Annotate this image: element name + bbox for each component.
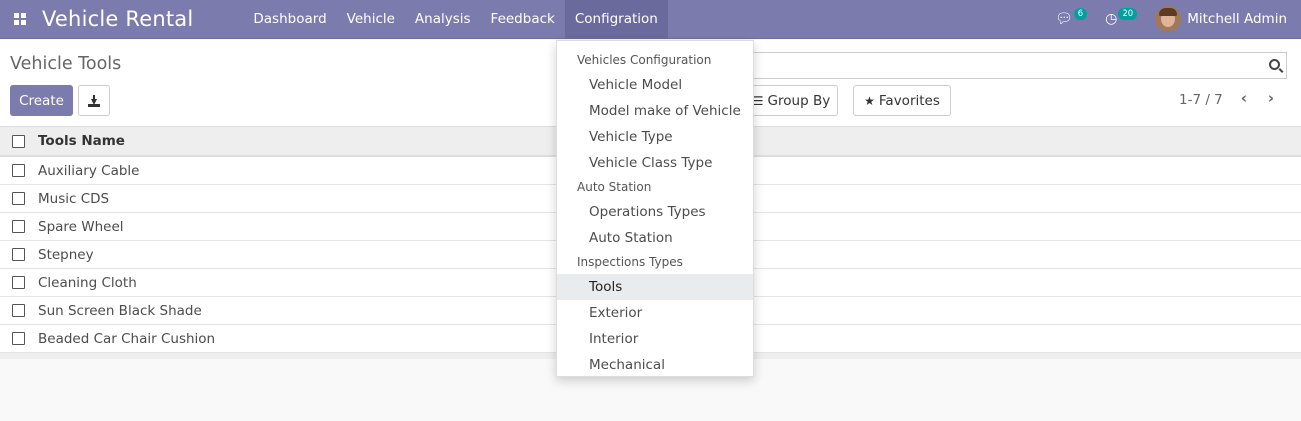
dropdown-item-vehicle-type[interactable]: Vehicle Type	[557, 124, 753, 150]
row-checkbox[interactable]	[12, 164, 25, 177]
search-icon[interactable]	[1269, 59, 1280, 70]
column-tools-name[interactable]: Tools Name	[35, 133, 125, 149]
tools-name-cell: Auxiliary Cable	[38, 162, 140, 179]
tools-name-cell: Spare Wheel	[38, 218, 124, 235]
dropdown-item-exterior[interactable]: Exterior	[557, 300, 753, 326]
dropdown-section-header: Inspections Types	[577, 255, 683, 269]
main-menu: Dashboard Vehicle Analysis Feedback Conf…	[243, 0, 668, 39]
dropdown-section-header: Vehicles Configuration	[577, 53, 712, 67]
tools-name-cell: Cleaning Cloth	[38, 274, 137, 291]
tools-name-cell: Sun Screen Black Shade	[38, 302, 202, 319]
tools-name-cell: Music CDS	[38, 190, 110, 207]
menu-analysis[interactable]: Analysis	[405, 0, 481, 39]
dropdown-item-mechanical[interactable]: Mechanical	[557, 352, 753, 378]
activities-badge: 20	[1118, 8, 1138, 20]
star-icon: ★	[864, 93, 875, 108]
download-icon	[88, 94, 100, 107]
apps-menu-icon[interactable]	[0, 0, 40, 39]
activities-systray[interactable]: ◷ 20	[1105, 8, 1138, 27]
group-by-button[interactable]: ☰ Group By	[745, 85, 838, 116]
create-button[interactable]: Create	[10, 85, 73, 116]
messages-badge: 6	[1073, 8, 1088, 20]
tools-name-cell: Stepney	[38, 246, 94, 263]
menu-feedback[interactable]: Feedback	[481, 0, 565, 39]
row-checkbox[interactable]	[12, 304, 25, 317]
dropdown-item-tools[interactable]: Tools	[557, 274, 753, 300]
group-by-label: Group By	[767, 92, 831, 109]
dropdown-item-interior[interactable]: Interior	[557, 326, 753, 352]
menu-vehicle[interactable]: Vehicle	[337, 0, 405, 39]
dropdown-item-operations-types[interactable]: Operations Types	[557, 199, 753, 225]
download-button[interactable]	[78, 85, 110, 116]
select-all-checkbox[interactable]	[12, 134, 25, 148]
dropdown-item-auto-station[interactable]: Auto Station	[557, 225, 753, 251]
dropdown-item-vehicle-class-type[interactable]: Vehicle Class Type	[557, 150, 753, 176]
chat-icon: 💬︎	[1054, 11, 1073, 27]
favorites-button[interactable]: ★ Favorites	[853, 85, 951, 116]
configuration-dropdown: Vehicles Configuration Vehicle Model Model…	[556, 40, 754, 377]
page-title: Vehicle Tools	[10, 54, 122, 74]
row-checkbox[interactable]	[12, 248, 25, 261]
tools-name-cell: Beaded Car Chair Cushion	[38, 330, 216, 347]
app-title[interactable]: Vehicle Rental	[42, 7, 193, 31]
list-icon: ☰	[752, 93, 764, 108]
row-checkbox[interactable]	[12, 220, 25, 233]
chevron-right-icon[interactable]: ›	[1263, 89, 1279, 109]
row-checkbox[interactable]	[12, 276, 25, 289]
avatar[interactable]	[1155, 6, 1182, 32]
row-checkbox[interactable]	[12, 192, 25, 205]
favorites-label: Favorites	[878, 92, 940, 109]
row-checkbox[interactable]	[12, 332, 25, 345]
dropdown-item-vehicle-model[interactable]: Vehicle Model	[557, 72, 753, 98]
pager-value[interactable]: 1-7 / 7	[1179, 92, 1223, 108]
top-navbar: Vehicle Rental Dashboard Vehicle Analysi…	[0, 0, 1301, 39]
menu-configuration[interactable]: Configration	[564, 0, 668, 39]
menu-dashboard[interactable]: Dashboard	[243, 0, 336, 39]
chevron-left-icon[interactable]: ‹	[1236, 89, 1252, 109]
clock-icon: ◷	[1105, 11, 1118, 27]
user-name[interactable]: Mitchell Admin	[1187, 11, 1287, 27]
messages-systray[interactable]: 💬︎ 6	[1054, 8, 1088, 27]
dropdown-section-header: Auto Station	[577, 180, 652, 194]
dropdown-item-model-make-of-vehicle[interactable]: Model make of Vehicle	[557, 98, 753, 124]
